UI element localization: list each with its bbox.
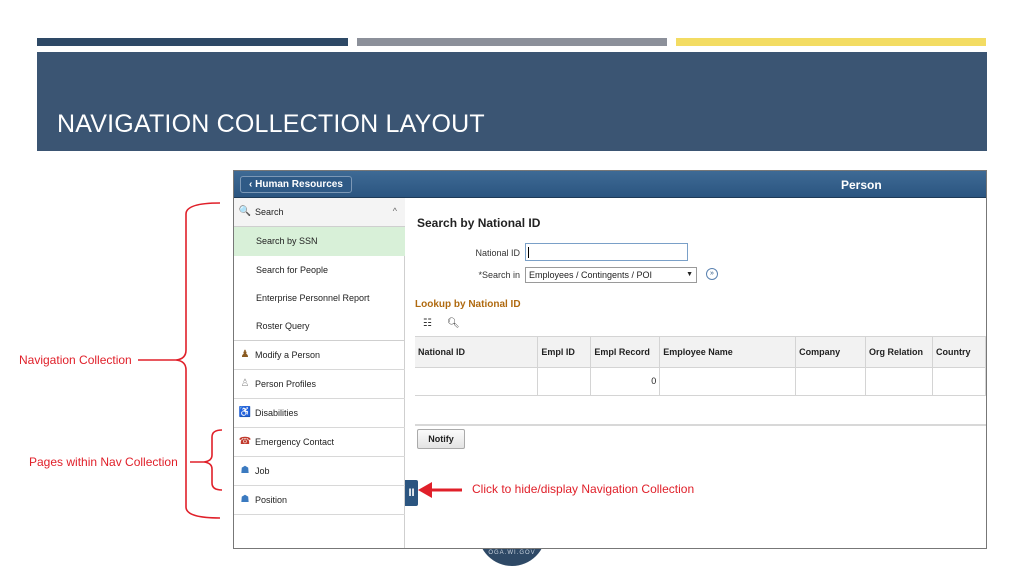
- cell-empl-record: 0: [590, 367, 661, 396]
- position-icon: ☗: [240, 494, 250, 505]
- navigation-collection: 🔍 Search ^ Search by SSN Search for Peop…: [234, 198, 405, 548]
- slide-title: NAVIGATION COLLECTION LAYOUT: [57, 110, 485, 138]
- pause-icon: II: [408, 487, 415, 499]
- national-id-input[interactable]: [525, 243, 688, 261]
- nav-folder-label: Search: [255, 207, 284, 217]
- nav-item-search-for-people[interactable]: Search for People: [234, 256, 405, 285]
- person-edit-icon: ♟: [240, 349, 250, 360]
- back-button-label: Human Resources: [255, 179, 343, 190]
- col-empl-id[interactable]: Empl ID: [537, 337, 592, 368]
- search-in-select[interactable]: Employees / Contingents / POI ▼: [525, 267, 697, 283]
- cell-employee-name: [659, 367, 797, 396]
- nav-item-roster-query[interactable]: Roster Query: [234, 312, 405, 341]
- grid-toolbar: ☷ 🔍︎: [415, 312, 986, 337]
- search-icon[interactable]: 🔍︎: [447, 318, 460, 329]
- nav-item-job[interactable]: ☗ Job: [234, 457, 405, 486]
- back-button[interactable]: ‹ Human Resources: [240, 176, 352, 193]
- disabilities-icon: ♿: [238, 407, 252, 418]
- cell-empl-id: [537, 367, 592, 396]
- nav-item-label: Person Profiles: [255, 379, 317, 389]
- nav-item-label: Emergency Contact: [255, 437, 335, 447]
- nav-item-position[interactable]: ☗ Position: [234, 486, 405, 515]
- nav-item-disabilities[interactable]: ♿ Disabilities: [234, 399, 405, 428]
- annotation-nav-collection: Navigation Collection: [19, 353, 132, 367]
- double-chevron-right-icon: »: [710, 270, 714, 277]
- annotation-hide-display: Click to hide/display Navigation Collect…: [472, 482, 695, 496]
- chevron-left-icon: ‹: [249, 179, 253, 190]
- cell-country: [932, 367, 986, 396]
- search-in-label: *Search in: [478, 270, 520, 280]
- nav-item-label: Search for People: [256, 265, 329, 275]
- national-id-label: National ID: [475, 248, 520, 258]
- col-employee-name[interactable]: Employee Name: [659, 337, 797, 368]
- accent-bar-yellow: [676, 38, 986, 46]
- nav-item-label: Position: [255, 495, 288, 505]
- search-folder-icon: 🔍: [238, 206, 252, 217]
- person-profile-icon: ♙: [240, 378, 250, 389]
- nav-item-search-by-ssn[interactable]: Search by SSN: [234, 227, 405, 256]
- nav-item-label: Enterprise Personnel Report: [256, 293, 370, 303]
- nav-item-label: Roster Query: [256, 321, 310, 331]
- emergency-contact-icon: ☎: [238, 436, 252, 447]
- nav-item-label: Disabilities: [255, 408, 299, 418]
- search-in-value: Employees / Contingents / POI: [529, 270, 653, 280]
- text-cursor: [528, 247, 529, 258]
- job-icon: ☗: [240, 465, 250, 476]
- dropdown-arrow-icon: ▼: [686, 271, 693, 278]
- table-row: 0: [415, 367, 986, 396]
- nav-item-label: Modify a Person: [255, 350, 321, 360]
- col-country[interactable]: Country: [932, 337, 986, 368]
- nav-item-emergency-contact[interactable]: ☎ Emergency Contact: [234, 428, 405, 457]
- col-national-id[interactable]: National ID: [415, 337, 539, 368]
- search-go-button[interactable]: »: [706, 268, 718, 280]
- lookup-grid: National ID Empl ID Empl Record Employee…: [415, 337, 986, 396]
- accent-bar-gray: [357, 38, 667, 46]
- lookup-grid-title: Lookup by National ID: [415, 299, 521, 310]
- col-empl-record[interactable]: Empl Record: [590, 337, 661, 368]
- cell-company: [795, 367, 867, 396]
- app-banner: ‹ Human Resources Person: [234, 171, 986, 198]
- nav-item-modify-a-person[interactable]: ♟ Modify a Person: [234, 341, 405, 370]
- nav-item-enterprise-personnel-report[interactable]: Enterprise Personnel Report: [234, 284, 405, 313]
- col-company[interactable]: Company: [795, 337, 867, 368]
- col-org-relation[interactable]: Org Relation: [865, 337, 933, 368]
- notify-button[interactable]: Notify: [417, 429, 465, 449]
- main-content: Search by National ID National ID *Searc…: [415, 198, 986, 548]
- nav-item-label: Job: [255, 466, 270, 476]
- personalize-grid-icon[interactable]: ☷: [423, 318, 432, 329]
- cell-national-id: [415, 367, 539, 396]
- seal-text: OGA.WI.GOV: [488, 550, 536, 556]
- grid-divider: [415, 424, 986, 426]
- annotation-pages-within: Pages within Nav Collection: [29, 455, 178, 469]
- brace-nav-collection: [158, 202, 221, 519]
- page-name: Person: [841, 178, 882, 192]
- nav-folder-search[interactable]: 🔍 Search ^: [234, 198, 405, 227]
- nav-item-person-profiles[interactable]: ♙ Person Profiles: [234, 370, 405, 399]
- cell-org-relation: [865, 367, 933, 396]
- chevron-up-icon: ^: [392, 206, 397, 216]
- accent-bar-navy: [37, 38, 348, 46]
- grid-header-row: National ID Empl ID Empl Record Employee…: [415, 337, 986, 368]
- nav-item-label: Search by SSN: [256, 236, 318, 246]
- page-title: Search by National ID: [417, 216, 541, 230]
- brace-pages-within: [190, 429, 223, 491]
- slide-header: NAVIGATION COLLECTION LAYOUT: [37, 52, 987, 151]
